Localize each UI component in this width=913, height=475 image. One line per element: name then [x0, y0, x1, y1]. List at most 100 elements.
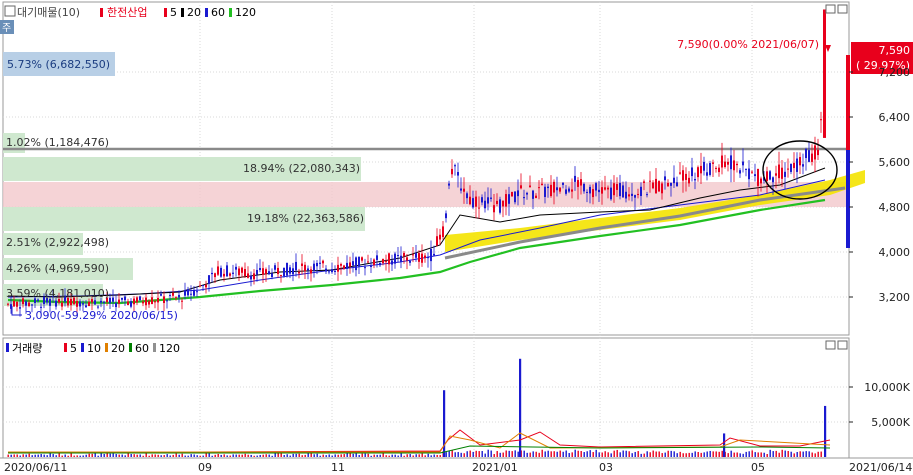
volume-bar [64, 454, 66, 457]
candle-body [778, 164, 780, 179]
vp-label-4: 19.18% (22,363,586) [247, 212, 364, 225]
volume-bar [490, 450, 492, 457]
volume-bar [637, 451, 639, 457]
volume-bar [517, 451, 519, 457]
candle-body [628, 194, 630, 197]
candle-body [544, 186, 546, 197]
volume-bar [118, 454, 120, 457]
candle-body [757, 168, 759, 186]
candle-body [136, 297, 138, 303]
volume-bar [544, 451, 546, 457]
volume-bar [271, 455, 273, 457]
volume-bar [505, 450, 507, 457]
candle-body [607, 187, 609, 190]
legend-swatch-ma20 [181, 8, 184, 17]
candle-body [667, 182, 669, 187]
candle-body [619, 182, 621, 197]
volume-bar [73, 455, 75, 457]
legend-toggle-icon[interactable] [4, 5, 16, 17]
volume-bar [427, 453, 429, 457]
volume-bar [619, 452, 621, 457]
candle-body [487, 197, 489, 204]
volume-bar [409, 454, 411, 457]
volume-bar [94, 453, 96, 457]
volume-bar [793, 453, 795, 457]
candle-body [19, 307, 21, 309]
candle-body [532, 190, 534, 199]
candle-body [343, 265, 345, 269]
candle-body [745, 168, 747, 170]
volume-bar [559, 450, 561, 457]
vol-legend-swatch [6, 343, 9, 352]
volume-bar [178, 454, 180, 457]
candle-body [808, 150, 810, 162]
vol-legend-title: 거래량 [12, 342, 42, 355]
candle-body [139, 296, 141, 301]
candle-body [232, 272, 234, 274]
candle-body [262, 268, 264, 275]
candle-body [589, 186, 591, 194]
volume-bar [28, 453, 30, 457]
volume-bar [226, 455, 228, 457]
volume-bar [592, 452, 594, 457]
volume-bar [805, 451, 807, 457]
volume-bar [190, 454, 192, 457]
panel-close-icon[interactable] [837, 4, 848, 14]
volume-bar [40, 454, 42, 457]
candle-body [250, 275, 252, 280]
volume-bar [733, 452, 735, 457]
volume-bar [283, 455, 285, 457]
volume-bar [568, 452, 570, 457]
candle-body [97, 306, 99, 308]
x-label-end: 2021/06/14 [849, 461, 912, 474]
x-label-mar: 03 [599, 461, 613, 474]
legend-swatch-ma120 [229, 8, 232, 17]
volume-bar [370, 455, 372, 457]
candle-body [241, 267, 243, 273]
volume-bar [808, 451, 810, 457]
candle-body [709, 163, 711, 175]
candle-body [187, 289, 189, 296]
candle-body [526, 192, 528, 195]
candle-body [301, 263, 303, 266]
candle-body [160, 294, 162, 296]
vol-panel-minimize-icon[interactable] [825, 340, 836, 350]
volume-bar [682, 453, 684, 457]
volume-bar [457, 452, 459, 457]
low-annotation: 3,090(-59.29% 2020/06/15) [25, 309, 178, 322]
candle-body [244, 269, 246, 277]
volume-bar [523, 450, 525, 457]
volume-bar [553, 451, 555, 457]
volume-bar [691, 452, 693, 457]
volume-bar [661, 453, 663, 457]
candle-body [574, 175, 576, 182]
candle-body [769, 171, 771, 180]
volume-bar [49, 453, 51, 457]
volume-bar [322, 454, 324, 457]
volume-bar [55, 455, 57, 457]
vol-legend-ma60: 60 [135, 342, 149, 355]
volume-bar [580, 451, 582, 457]
candle-body [112, 297, 114, 302]
candle-body [412, 254, 414, 256]
candle-body [364, 267, 366, 269]
candle-body [337, 264, 339, 272]
volume-bar [124, 455, 126, 457]
vp-label-6: 4.26% (4,969,590) [6, 262, 109, 275]
volume-bar [760, 452, 762, 457]
volume-bar [406, 454, 408, 457]
candle-body [298, 271, 300, 274]
candle-body [292, 268, 294, 275]
volume-bar [700, 452, 702, 457]
volume-bar [70, 453, 72, 457]
panel-minimize-icon[interactable] [825, 4, 836, 14]
vol-panel-close-icon[interactable] [837, 340, 848, 350]
volume-bar [487, 449, 489, 457]
volume-bar [634, 451, 636, 457]
candle-body [424, 255, 426, 259]
candle-body [592, 189, 594, 198]
candle-body [736, 163, 738, 166]
volume-bar [817, 451, 819, 457]
legend-prefix: 대기매물(10) [17, 6, 80, 19]
candle-body [169, 295, 171, 297]
